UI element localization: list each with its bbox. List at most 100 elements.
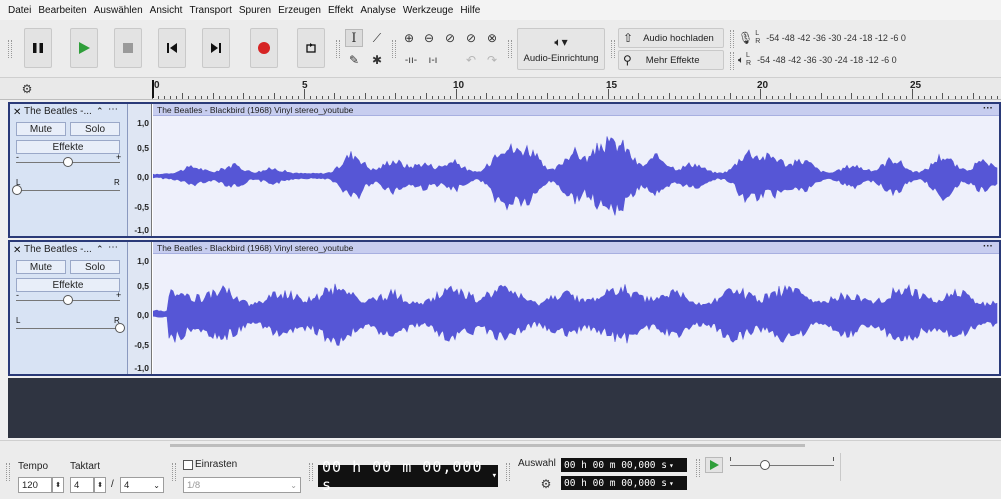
pause-button[interactable] — [24, 28, 52, 68]
ruler-tick — [553, 96, 555, 99]
selection-grip[interactable] — [506, 463, 510, 481]
trim-button[interactable]: -ıı- — [402, 51, 420, 69]
close-track-icon[interactable]: ✕ — [13, 245, 21, 256]
clip-title-bar[interactable]: The Beatles - Blackbird (1968) Vinyl ste… — [153, 242, 999, 254]
time-grip[interactable] — [309, 463, 313, 481]
timeline-options-button[interactable]: ⚙ — [18, 80, 36, 98]
edit-grip[interactable] — [392, 40, 396, 58]
tempo-input[interactable]: 120 — [18, 477, 52, 493]
play-meter-grip[interactable] — [730, 52, 734, 70]
toolbar-grip[interactable] — [8, 40, 12, 58]
amplitude-scale[interactable]: 1,0 0,5 0,0 -0,5 -1,0 — [128, 242, 152, 374]
solo-button[interactable]: Solo — [70, 260, 120, 274]
multi-tool-button[interactable]: ✱ — [368, 51, 386, 69]
menu-help[interactable]: Hilfe — [460, 5, 480, 16]
clip-menu-icon[interactable]: ··· — [983, 242, 993, 253]
undo-button[interactable]: ↶ — [462, 51, 480, 69]
fit-selection-button[interactable]: ⊘ — [441, 29, 459, 47]
snap-grip[interactable] — [172, 463, 176, 481]
menu-tools[interactable]: Werkzeuge — [403, 5, 453, 16]
record-meter[interactable]: 🎙︎ L R -54 -48 -42 -36 -30 -24 -18 -12 -… — [738, 29, 906, 47]
clip-title-bar[interactable]: The Beatles - Blackbird (1968) Vinyl ste… — [153, 104, 999, 116]
time-signature-grip[interactable] — [6, 463, 10, 481]
draw-tool-button[interactable]: ✎ — [345, 51, 363, 69]
effects-button[interactable]: Effekte — [16, 140, 120, 154]
gain-slider-thumb[interactable] — [63, 157, 73, 167]
clip-menu-icon[interactable]: ··· — [983, 104, 993, 115]
empty-track-area[interactable] — [8, 378, 1001, 438]
menu-effect[interactable]: Effekt — [328, 5, 353, 16]
selection-tool-button[interactable]: I — [345, 29, 363, 47]
envelope-tool-button[interactable]: ⟋ — [368, 29, 386, 47]
play-at-speed-grip[interactable] — [696, 459, 700, 477]
time-display[interactable]: 00 h 00 m 00,000 s ▾ — [318, 458, 498, 494]
audio-track[interactable]: ✕ The Beatles -... ⌃ ⋯ Mute Solo Effekte… — [8, 102, 1001, 238]
record-button[interactable] — [250, 28, 278, 68]
selection-end-time[interactable]: 00 h 00 m 00,000 s ▾ — [561, 476, 687, 490]
track-menu-icon[interactable]: ⋯ — [108, 104, 118, 115]
silence-button[interactable]: ı-ı — [424, 51, 442, 69]
ruler-tick — [528, 96, 530, 99]
waveform-area[interactable]: The Beatles - Blackbird (1968) Vinyl ste… — [153, 242, 999, 374]
menu-view[interactable]: Ansicht — [150, 5, 183, 16]
collapse-icon[interactable]: ⌃ — [96, 244, 104, 255]
ruler-tick — [680, 96, 682, 99]
collapse-icon[interactable]: ⌃ — [96, 106, 104, 117]
gain-slider-thumb[interactable] — [63, 295, 73, 305]
solo-button[interactable]: Solo — [70, 122, 120, 136]
track-menu-icon[interactable]: ⋯ — [108, 242, 118, 253]
audio-setup-button[interactable]: 🔈︎▾ Audio-Einrichtung — [517, 28, 605, 70]
mute-button[interactable]: Mute — [16, 260, 66, 274]
zoom-toggle-button[interactable]: ⊗ — [483, 29, 501, 47]
tempo-spinner[interactable]: ⬍ — [52, 477, 64, 493]
menu-tracks[interactable]: Spuren — [239, 5, 271, 16]
selection-options-button[interactable]: ⚙ — [537, 475, 555, 493]
stop-button[interactable] — [114, 28, 142, 68]
skip-end-icon — [211, 43, 221, 53]
selection-start-time[interactable]: 00 h 00 m 00,000 s ▾ — [561, 458, 687, 472]
skip-end-button[interactable] — [202, 28, 230, 68]
audio-track[interactable]: ✕ The Beatles -... ⌃ ⋯ Mute Solo Effekte… — [8, 240, 1001, 376]
horizontal-scrollbar[interactable] — [170, 444, 805, 447]
audio-setup-grip[interactable] — [508, 40, 512, 58]
snap-select[interactable]: 1/8 ⌄ — [183, 477, 301, 493]
track-name[interactable]: The Beatles -... — [24, 106, 92, 117]
close-track-icon[interactable]: ✕ — [13, 107, 21, 118]
ruler-tick — [158, 96, 160, 99]
loop-button[interactable] — [297, 28, 325, 68]
play-at-speed-button[interactable] — [705, 457, 723, 473]
pan-slider-thumb[interactable] — [12, 185, 22, 195]
amplitude-scale[interactable]: 1,0 0,5 0,0 -0,5 -1,0 — [128, 104, 152, 236]
play-meter[interactable]: 🔈︎ L R -54 -48 -42 -36 -30 -24 -18 -12 -… — [738, 51, 897, 69]
playback-speed-slider-thumb[interactable] — [760, 460, 770, 470]
play-button[interactable] — [70, 28, 98, 68]
tools-grip[interactable] — [336, 40, 340, 58]
pan-slider-thumb[interactable] — [115, 323, 125, 333]
fit-project-button[interactable]: ⊘ — [462, 29, 480, 47]
mute-button[interactable]: Mute — [16, 122, 66, 136]
menu-edit[interactable]: Bearbeiten — [38, 5, 86, 16]
zoom-out-button[interactable]: ⊖ — [420, 29, 438, 47]
numerator-spinner[interactable]: ⬍ — [94, 477, 106, 493]
zoom-in-button[interactable]: ⊕ — [400, 29, 418, 47]
more-effects-button[interactable]: ⚲ Mehr Effekte — [618, 50, 724, 70]
snap-checkbox[interactable] — [183, 460, 193, 470]
time-signature-denominator[interactable]: 4 ⌄ — [120, 477, 164, 493]
ruler-tick — [693, 96, 695, 99]
skip-start-button[interactable] — [158, 28, 186, 68]
track-name[interactable]: The Beatles -... — [24, 244, 92, 255]
menu-transport[interactable]: Transport — [189, 5, 231, 16]
redo-button[interactable]: ↷ — [483, 51, 501, 69]
share-grip[interactable] — [611, 40, 615, 58]
time-signature-numerator[interactable]: 4 — [70, 477, 94, 493]
timeline-ruler[interactable]: ⚙ 0 5 10 15 20 25 — [0, 78, 1001, 100]
menu-analyze[interactable]: Analyse — [360, 5, 396, 16]
effects-button[interactable]: Effekte — [16, 278, 120, 292]
menu-select[interactable]: Auswählen — [94, 5, 143, 16]
menu-file[interactable]: Datei — [8, 5, 31, 16]
menu-generate[interactable]: Erzeugen — [278, 5, 321, 16]
waveform-area[interactable]: The Beatles - Blackbird (1968) Vinyl ste… — [153, 104, 999, 236]
record-meter-grip[interactable] — [730, 30, 734, 48]
playhead[interactable] — [152, 80, 154, 98]
share-audio-button[interactable]: ⇧ Audio hochladen — [618, 28, 724, 48]
